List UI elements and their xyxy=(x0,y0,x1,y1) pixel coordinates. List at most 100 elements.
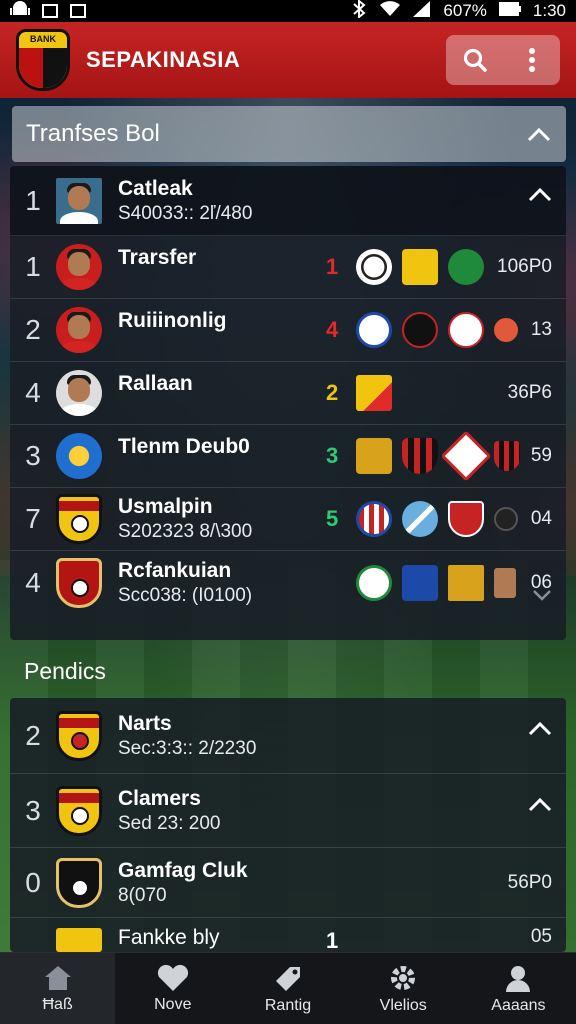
notification-icon xyxy=(70,4,86,18)
score: 05 xyxy=(530,926,552,947)
form-number: 1 xyxy=(326,254,339,279)
player-name: Fankke bly xyxy=(118,926,220,949)
logo-right-stripe xyxy=(43,48,67,88)
player-stats: Sed 23: 200 xyxy=(118,812,221,834)
nav-ranking[interactable]: Rantig xyxy=(230,953,345,1024)
score: 04 xyxy=(530,508,552,529)
club-crest-icon xyxy=(56,857,102,908)
list-item[interactable]: 2 Ruiiinonlig 4 13 xyxy=(10,299,566,362)
section-header-transfers[interactable]: Tranfses Bol xyxy=(12,106,566,162)
list-item[interactable]: 1 Catleak S40033:: 2ľ/480 xyxy=(10,166,566,236)
club-crest-icon xyxy=(402,312,438,348)
player-name: Gamfag Cluk xyxy=(118,858,248,882)
more-options-icon[interactable] xyxy=(512,40,552,80)
club-icons xyxy=(356,312,518,348)
score: 56P0 xyxy=(507,871,552,893)
rank: 1 xyxy=(25,251,41,282)
club-icons xyxy=(356,564,516,601)
club-crest-icon xyxy=(494,441,520,471)
chevron-down-icon[interactable] xyxy=(532,588,552,606)
android-icon xyxy=(10,0,30,22)
search-icon[interactable] xyxy=(455,40,495,80)
player-name: Rallaan xyxy=(118,372,193,395)
player-name: Ruiiinonlig xyxy=(118,309,227,332)
nav-label: Rantig xyxy=(264,996,312,1014)
rank: 3 xyxy=(25,440,41,471)
section-title: Tranfses Bol xyxy=(26,120,160,147)
tag-icon xyxy=(276,966,300,991)
nav-home[interactable]: Ħaß xyxy=(0,953,116,1024)
player-stats: S202323 8/\300 xyxy=(118,521,253,542)
list-item[interactable]: 3 Clamers Sed 23: 200 xyxy=(10,774,566,848)
list-item[interactable]: 4 Rallaan 2 36P6 xyxy=(10,362,566,425)
nav-videos[interactable]: Vlelios xyxy=(346,953,461,1024)
score: 59 xyxy=(530,445,552,466)
list-item[interactable]: 0 Gamfag Cluk 8(070 56P0 xyxy=(10,848,566,918)
club-crest-icon xyxy=(56,433,102,479)
player-name: Usmalpin xyxy=(118,495,213,518)
rank: 3 xyxy=(25,794,41,826)
chevron-up-icon[interactable] xyxy=(528,796,552,817)
club-crest-icon xyxy=(356,375,392,411)
club-crest-icon xyxy=(440,430,492,482)
score: 106P0 xyxy=(497,256,552,277)
chevron-up-icon[interactable] xyxy=(528,186,552,207)
player-stats: 8(070 xyxy=(118,884,167,906)
nav-label: Aaaans xyxy=(491,996,546,1014)
chevron-up-icon[interactable] xyxy=(526,121,552,147)
logo-text: BANK xyxy=(30,34,56,44)
nav-label: Nove xyxy=(154,995,192,1013)
club-crest-icon xyxy=(356,564,392,601)
player-name: Tlenm Deub0 xyxy=(118,435,250,458)
avatar xyxy=(56,244,102,290)
score: 13 xyxy=(530,319,552,340)
club-icons xyxy=(356,375,392,411)
pendics-list: 2 Narts Sec:3:3:: 2/2230 3 Clamers Sed 2… xyxy=(10,698,566,952)
rank: 7 xyxy=(25,503,41,534)
avatar xyxy=(56,177,102,224)
list-item[interactable]: Fankke bly 1 05 xyxy=(10,918,566,952)
player-stats: Sec:3:3:: 2/2230 xyxy=(118,737,257,759)
header-actions xyxy=(446,35,560,85)
player-stats: Scc038: (I0100) xyxy=(118,584,253,606)
club-crest-icon xyxy=(494,567,516,598)
form-number: 1 xyxy=(326,928,339,952)
avatar xyxy=(56,307,102,353)
wifi-icon xyxy=(379,0,401,22)
club-crest-icon xyxy=(448,501,484,537)
player-stats: S40033:: 2ľ/480 xyxy=(118,202,253,224)
club-crest-icon xyxy=(356,438,392,474)
rank: 4 xyxy=(25,377,41,408)
heart-icon xyxy=(157,964,188,991)
club-icons xyxy=(356,430,520,482)
player-name: Trarsfer xyxy=(118,246,197,269)
club-crest-icon xyxy=(56,710,102,761)
club-icons xyxy=(356,501,518,537)
club-crest-icon xyxy=(494,507,518,531)
form-number: 3 xyxy=(326,443,339,468)
club-icons xyxy=(356,249,484,285)
rank: 1 xyxy=(25,184,41,216)
form-number: 2 xyxy=(326,380,339,405)
gear-icon xyxy=(391,965,416,990)
transfers-list: 1 Catleak S40033:: 2ľ/480 1 Trarsfer 1 1… xyxy=(10,166,566,640)
list-item[interactable]: 7 Usmalpin S202323 8/\300 5 04 xyxy=(10,488,566,551)
rank: 0 xyxy=(25,866,41,898)
battery-percent: 607% xyxy=(443,1,487,20)
list-item[interactable]: 3 Tlenm Deub0 3 59 xyxy=(10,425,566,488)
list-item[interactable]: 4 Rcfankuian Scc038: (I0100) 06 xyxy=(10,551,566,614)
user-icon xyxy=(506,965,531,992)
clock: 1:30 xyxy=(532,1,566,20)
chevron-up-icon[interactable] xyxy=(528,720,552,741)
app-logo[interactable]: BANK xyxy=(16,29,70,91)
nav-favorites[interactable]: Nove xyxy=(115,953,230,1024)
rank: 4 xyxy=(25,566,41,598)
app-header: BANK SEPAKINASIA xyxy=(0,22,576,98)
list-item[interactable]: 1 Trarsfer 1 106P0 xyxy=(10,236,566,299)
app-title: SEPAKINASIA xyxy=(86,47,241,72)
list-item[interactable]: 2 Narts Sec:3:3:: 2/2230 xyxy=(10,698,566,774)
club-crest-icon xyxy=(448,312,484,348)
nav-account[interactable]: Aaaans xyxy=(461,953,576,1024)
club-crest-icon xyxy=(402,249,438,285)
club-crest-icon xyxy=(448,249,484,285)
